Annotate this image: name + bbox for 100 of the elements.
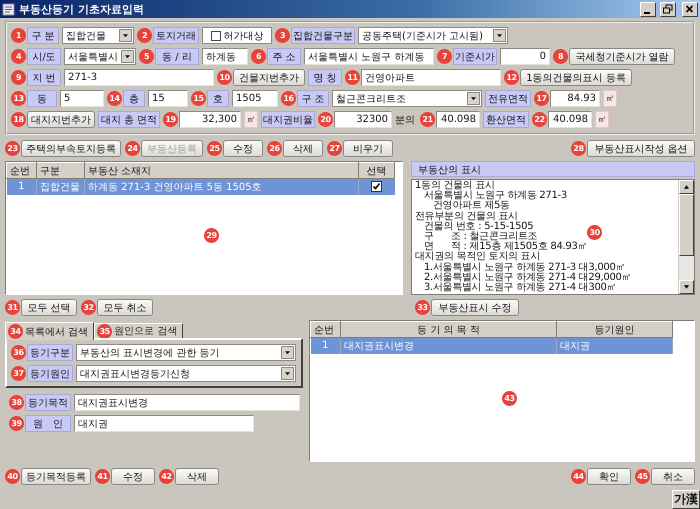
action-button[interactable]: 수정 [223,140,263,157]
action-button[interactable]: 건물지번추가 [233,69,305,86]
field-label: 원 인 [25,415,71,432]
dropdown[interactable]: 부동산의 표시변경에 관한 등기 [76,344,296,361]
unit-label: ㎡ [603,90,617,107]
input-field[interactable]: 대지권표시변경 [74,394,300,411]
dropdown[interactable]: 공동주택(기준시가 고시됨) [358,27,508,44]
caret-icon[interactable] [281,346,294,359]
action-button[interactable]: 등기목적등록 [21,468,91,485]
number-badge: 13 [11,91,26,106]
number-badge: 18 [11,112,26,127]
action-button[interactable]: 모두 선택 [21,299,77,316]
column-header[interactable]: 등기원인 [556,322,672,338]
caret-icon[interactable] [121,50,134,63]
text-line: 대지권의 목적인 토지의 표시 [415,251,540,262]
input-field[interactable]: 대지권 [74,415,254,432]
input-field[interactable]: 하계동 [202,48,248,65]
number-badge: 45 [635,469,650,484]
text-line: 1.서울특별시 노원구 하계동 271-3 대3,000㎡ [424,262,626,273]
number-badge: 40 [5,469,20,484]
number-badge: 37 [11,366,26,381]
input-field[interactable]: 32300 [334,111,392,128]
number-badge: 39 [9,416,24,431]
field-label: 등기원인 [27,365,73,382]
caret-icon[interactable] [493,29,506,42]
table-cell: 1 [6,178,36,194]
number-badge: 16 [281,91,296,106]
caret-icon[interactable] [467,92,480,105]
number-badge: 32 [81,300,96,315]
caret-icon[interactable] [119,29,132,42]
tab[interactable]: 34 목록에서 검색 [5,322,94,340]
number-badge: 3 [275,28,290,43]
number-badge: 12 [504,70,519,85]
dropdown[interactable]: 철근콘크리트조 [332,90,482,107]
field-label: 동 [27,90,57,107]
action-button[interactable]: 비우기 [343,140,393,157]
action-button[interactable]: 모두 취소 [97,299,153,316]
unit-label: ㎡ [244,111,258,128]
input-field[interactable]: 32,300 [179,111,241,128]
column-header[interactable]: 순번 [6,162,36,178]
input-field[interactable]: 15 [148,90,188,107]
input-field[interactable]: 271-3 [64,69,214,86]
caret-icon[interactable] [281,367,294,380]
table-cell: 1 [310,338,340,354]
close-button[interactable] [682,2,698,16]
action-button[interactable]: 부동산표시작성 옵션 [587,140,695,157]
dropdown[interactable]: 대지권표시변경등기신청 [76,365,296,382]
column-header[interactable]: 선택 [358,162,394,178]
input-field[interactable]: 40.098 [548,111,592,128]
input-field[interactable]: 건영아파트 [361,69,501,86]
number-badge: 27 [327,141,342,156]
number-badge: 10 [217,70,232,85]
scroll-down-icon[interactable] [679,280,694,294]
dropdown[interactable]: 서울특별시 [64,48,136,65]
number-badge: 25 [207,141,222,156]
text-line: 구 조 : 철근콘크리트조 [424,231,538,242]
dropdown[interactable]: 집합건물 [62,27,134,44]
table-cell: 대지권 [556,338,672,354]
text-line: 면 적 : 제15층 제1505호 84.93㎡ [424,241,588,252]
field-label: 명 칭 [308,69,342,86]
scroll-thumb[interactable] [679,194,694,256]
minimize-button[interactable] [640,2,656,16]
ime-indicator[interactable]: 가漢 [672,490,700,509]
action-button[interactable]: 국세청기준시가 열람 [569,48,675,65]
number-badge: 4 [11,49,26,64]
number-badge: 15 [191,91,206,106]
column-header[interactable]: 등 기 의 목 적 [340,322,556,338]
number-badge: 7 [437,49,452,64]
input-field[interactable]: 1505 [232,90,278,107]
number-badge: 2 [137,28,152,43]
action-button[interactable]: 부동산표시 수정 [431,299,519,316]
tab[interactable]: 35 원인으로 검색 [94,323,184,338]
checkbox[interactable] [210,30,220,40]
input-field[interactable]: 5 [60,90,104,107]
text-line: 3.서울특별시 노원구 하계동 271-4 대300㎡ [424,282,616,294]
action-button[interactable]: 삭제 [175,468,219,485]
column-header[interactable]: 부동산 소재지 [84,162,358,178]
checkbox[interactable] [371,181,382,192]
field-label: 대지 총 면적 [98,111,160,128]
column-header[interactable]: 구분 [36,162,84,178]
field-label: 전유면적 [485,90,531,107]
input-field[interactable]: 40.098 [436,111,480,128]
action-button[interactable]: 1동의건물의표시 등록 [520,69,632,86]
input-field[interactable]: 0 [500,48,550,65]
field-label: 층 [123,90,145,107]
action-button[interactable]: 대지지번추가 [27,111,95,128]
number-badge: 11 [345,70,360,85]
action-button[interactable]: 수정 [111,468,155,485]
action-button[interactable]: 확인 [587,468,631,485]
input-field[interactable]: 84.93 [550,90,600,107]
action-button[interactable]: 주택의부속토지등록 [21,140,121,157]
text-line: 1동의 건물의 표시 [415,180,495,191]
input-field[interactable]: 서울특별시 노원구 하계동 [304,48,434,65]
scroll-up-icon[interactable] [679,180,694,194]
action-button[interactable]: 취소 [651,468,695,485]
restore-button[interactable] [660,2,676,16]
field-label: 구 분 [27,27,59,44]
action-button[interactable]: 삭제 [283,140,323,157]
field-label: 환산면적 [483,111,529,128]
column-header[interactable]: 순번 [310,322,340,338]
